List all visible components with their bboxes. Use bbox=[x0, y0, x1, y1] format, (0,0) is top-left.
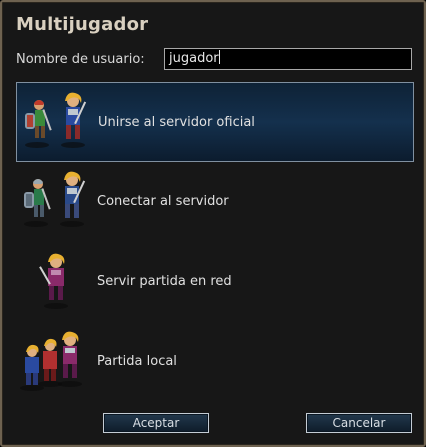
multiplayer-dialog: Multijugador Nombre de usuario: jugador bbox=[0, 0, 426, 447]
accept-button[interactable]: Aceptar bbox=[103, 413, 209, 433]
warrior-group-icon bbox=[20, 331, 82, 391]
option-label: Unirse al servidor oficial bbox=[98, 115, 255, 130]
two-warriors-icon bbox=[24, 171, 86, 227]
username-label: Nombre de usuario: bbox=[16, 52, 145, 67]
option-label: Conectar al servidor bbox=[97, 194, 229, 209]
dialog-title: Multijugador bbox=[16, 14, 149, 35]
option-local-game[interactable]: Partida local bbox=[16, 322, 414, 402]
text-caret bbox=[218, 50, 220, 64]
option-label: Servir partida en red bbox=[97, 274, 232, 289]
username-value: jugador bbox=[169, 51, 219, 66]
option-host-network-game[interactable]: Servir partida en red bbox=[16, 242, 414, 322]
option-label: Partida local bbox=[97, 354, 177, 369]
multiplayer-options-list: Unirse al servidor oficial Conectar al s… bbox=[16, 82, 414, 402]
username-input[interactable]: jugador bbox=[164, 48, 412, 70]
two-warriors-icon bbox=[25, 92, 87, 148]
option-connect-server[interactable]: Conectar al servidor bbox=[16, 162, 414, 242]
single-warrior-icon bbox=[39, 253, 68, 309]
option-join-official-server[interactable]: Unirse al servidor oficial bbox=[16, 82, 414, 162]
cancel-button[interactable]: Cancelar bbox=[306, 413, 412, 433]
